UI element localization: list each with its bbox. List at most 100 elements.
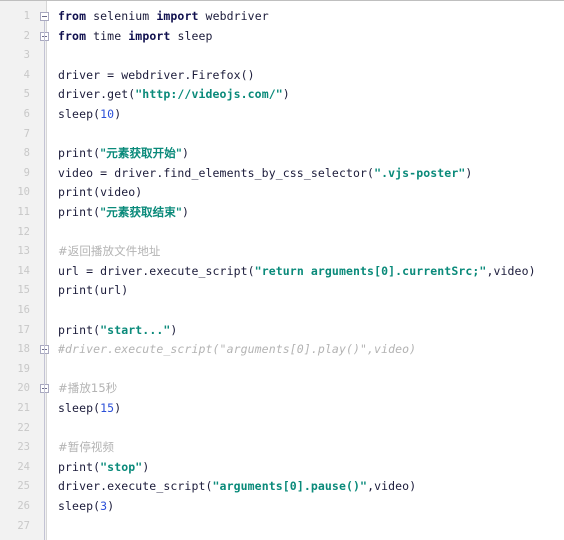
code-token: driver.execute_script( xyxy=(58,479,213,494)
code-line[interactable]: 26 sleep(3) xyxy=(0,497,564,517)
code-text[interactable]: print(url) xyxy=(58,281,128,301)
line-number: 27 xyxy=(17,519,30,532)
line-number: 16 xyxy=(17,304,30,316)
code-token: "start..." xyxy=(100,322,171,337)
code-line[interactable]: 14 url = driver.execute_script("return ar… xyxy=(0,262,564,282)
code-line[interactable]: 1 from selenium import webdriver xyxy=(0,7,564,27)
code-token: webdriver xyxy=(198,9,269,23)
code-line[interactable]: 2 from time import sleep xyxy=(0,27,564,47)
code-token: driver = webdriver.Firefox() xyxy=(58,67,255,82)
code-text[interactable]: from time import sleep xyxy=(58,27,213,47)
code-line[interactable]: 17 print("start...") xyxy=(0,321,564,341)
line-number: 11 xyxy=(17,206,30,218)
code-token: sleep( xyxy=(58,107,101,121)
line-number: 14 xyxy=(17,264,30,277)
code-line[interactable]: 24 print("stop") xyxy=(0,458,564,478)
code-token: print(video) xyxy=(58,185,143,200)
code-line[interactable]: 8 print("元素获取开始") xyxy=(0,144,564,164)
code-token: print( xyxy=(58,322,101,337)
code-token: print( xyxy=(58,205,101,219)
code-token: "arguments[0].pause()" xyxy=(212,479,368,494)
code-line[interactable]: 5 driver.get("http://videojs.com/") xyxy=(0,85,564,105)
code-line[interactable]: 16 xyxy=(0,301,564,321)
code-text[interactable]: video = driver.find_elements_by_css_sele… xyxy=(58,164,472,184)
code-text[interactable]: print(video) xyxy=(58,183,142,203)
code-line[interactable]: 10 print(video) xyxy=(0,183,564,203)
line-number: 5 xyxy=(23,88,30,101)
code-text[interactable]: print("元素获取结束") xyxy=(58,203,189,223)
code-token: sleep( xyxy=(58,401,101,415)
code-token: ) xyxy=(181,205,189,219)
code-line[interactable]: 27 xyxy=(0,517,564,537)
line-number: 2 xyxy=(23,29,30,42)
code-line[interactable]: 20 #播放15秒 xyxy=(0,379,564,399)
code-token: sleep( xyxy=(58,499,101,513)
code-text[interactable]: #driver.execute_script("arguments[0].pla… xyxy=(58,340,416,360)
code-line[interactable]: 7 xyxy=(0,125,564,145)
code-line[interactable]: 9 video = driver.find_elements_by_css_sel… xyxy=(0,164,564,184)
code-line[interactable]: 13 #返回播放文件地址 xyxy=(0,242,564,262)
code-token: ,video) xyxy=(486,263,536,278)
line-number: 26 xyxy=(17,500,30,512)
line-number: 17 xyxy=(17,323,30,336)
code-line[interactable]: 12 xyxy=(0,223,564,243)
code-token: ) xyxy=(114,401,122,415)
code-token: 15 xyxy=(100,401,115,415)
code-token: import xyxy=(128,28,171,43)
code-token: from xyxy=(58,9,87,23)
code-token: from xyxy=(58,28,87,43)
code-text[interactable]: #播放15秒 xyxy=(58,379,117,399)
code-line[interactable]: 15 print(url) xyxy=(0,281,564,301)
code-text[interactable]: sleep(10) xyxy=(58,105,121,125)
code-line[interactable]: 4 driver = webdriver.Firefox() xyxy=(0,66,564,86)
line-number: 4 xyxy=(23,68,30,81)
code-token: ) xyxy=(181,146,189,161)
code-token: "stop" xyxy=(100,459,143,474)
code-text[interactable]: driver.quit() xyxy=(58,536,149,540)
code-token: ".vjs-poster" xyxy=(374,165,466,180)
code-token: driver.get( xyxy=(58,87,136,102)
code-token: "元素获取开始" xyxy=(100,146,182,161)
code-token: print( xyxy=(58,146,101,161)
code-text[interactable]: url = driver.execute_script("return argu… xyxy=(58,262,536,282)
code-text[interactable]: sleep(3) xyxy=(58,497,114,517)
line-number: 8 xyxy=(23,147,30,160)
code-line[interactable]: 28 driver.quit() xyxy=(0,536,564,540)
code-token: time xyxy=(86,28,129,43)
line-number: 9 xyxy=(23,166,30,179)
code-token: ,video) xyxy=(367,479,417,494)
code-token: ) xyxy=(142,459,150,474)
code-line[interactable]: 25 driver.execute_script("arguments[0].pa… xyxy=(0,477,564,497)
code-text[interactable]: print("stop") xyxy=(58,458,149,478)
line-number: 23 xyxy=(17,441,30,454)
code-line[interactable]: 19 xyxy=(0,360,564,380)
code-text[interactable]: #暂停视频 xyxy=(58,438,114,458)
line-number: 28 xyxy=(0,536,30,540)
code-line[interactable]: 18 #driver.execute_script("arguments[0].p… xyxy=(0,340,564,360)
code-editor[interactable]: 1 from selenium import webdriver 2 from tim… xyxy=(0,0,564,540)
line-number: 25 xyxy=(17,480,30,493)
code-line[interactable]: 23 #暂停视频 xyxy=(0,438,564,458)
code-text[interactable]: #返回播放文件地址 xyxy=(58,242,161,262)
code-text[interactable]: print("start...") xyxy=(58,321,177,341)
line-number: 19 xyxy=(17,362,30,375)
code-token: print(url) xyxy=(58,283,129,298)
code-token: "元素获取结束" xyxy=(100,205,182,219)
code-token: #driver.execute_script("arguments[0].pla… xyxy=(58,342,417,357)
code-text[interactable]: print("元素获取开始") xyxy=(58,144,189,164)
code-token: ) xyxy=(170,322,178,337)
code-text[interactable]: driver.get("http://videojs.com/") xyxy=(58,85,290,105)
code-line[interactable]: 22 xyxy=(0,419,564,439)
code-token: import xyxy=(156,9,199,23)
code-text[interactable]: sleep(15) xyxy=(58,399,121,419)
code-text[interactable]: driver.execute_script("arguments[0].paus… xyxy=(58,477,416,497)
code-line[interactable]: 3 xyxy=(0,46,564,66)
line-number: 7 xyxy=(23,127,30,140)
line-number: 20 xyxy=(17,382,30,395)
code-text[interactable]: driver = webdriver.Firefox() xyxy=(58,66,255,86)
code-token: 10 xyxy=(100,107,115,121)
code-line[interactable]: 21 sleep(15) xyxy=(0,399,564,419)
code-text[interactable]: from selenium import webdriver xyxy=(58,7,269,27)
code-line[interactable]: 11 print("元素获取结束") xyxy=(0,203,564,223)
code-line[interactable]: 6 sleep(10) xyxy=(0,105,564,125)
